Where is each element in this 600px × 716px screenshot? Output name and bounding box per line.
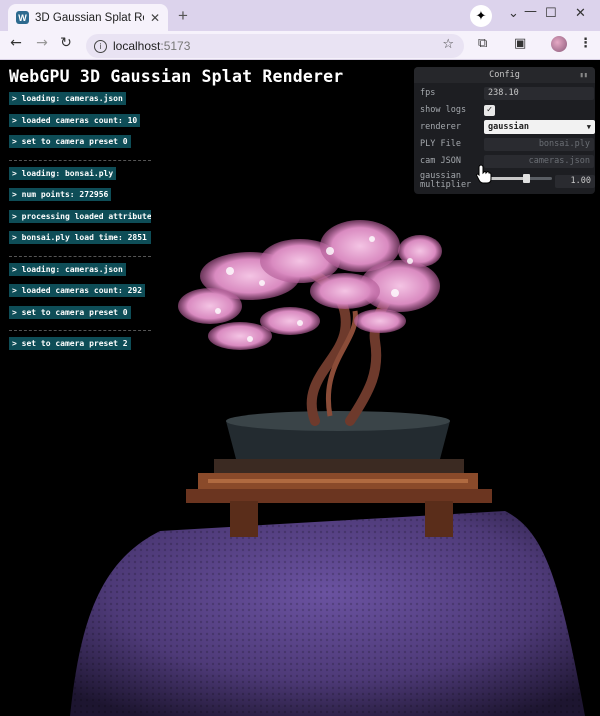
menu-kebab-icon[interactable]: ⋮ bbox=[579, 36, 592, 51]
media-controls-icon[interactable]: ▣ bbox=[514, 36, 526, 51]
renderer-select[interactable]: gaussian ▼ bbox=[484, 120, 595, 134]
log-line: > processing loaded attributes... bbox=[9, 209, 151, 223]
multiplier-value[interactable]: 1.00 bbox=[555, 174, 595, 188]
log-line: > loaded cameras count: 10 bbox=[9, 113, 141, 127]
multiplier-slider[interactable] bbox=[488, 174, 552, 183]
show-logs-label: show logs bbox=[420, 104, 467, 115]
renderer-selected-value: gaussian bbox=[488, 122, 529, 132]
renderer-page: WebGPU 3D Gaussian Splat Renderer > load… bbox=[0, 61, 600, 716]
log-group: > loading: bonsai.ply > num points: 2729… bbox=[9, 166, 151, 257]
url-port: :5173 bbox=[160, 39, 191, 53]
log-group: > loading: cameras.json > loaded cameras… bbox=[9, 92, 151, 161]
slider-fill bbox=[488, 177, 527, 180]
config-panel: Config ▮▮ fps 238.10 show logs ✓ rendere… bbox=[414, 67, 595, 194]
renderer-label: renderer bbox=[420, 121, 461, 132]
dropdown-arrow-icon: ▼ bbox=[586, 123, 591, 131]
tab-search-chevron-icon[interactable]: ⌄ bbox=[508, 6, 519, 21]
log-line: > loading: bonsai.ply bbox=[9, 166, 117, 180]
log-line: > set to camera preset 2 bbox=[9, 337, 131, 350]
minimize-icon[interactable]: — bbox=[524, 4, 537, 19]
log-panel: > loading: cameras.json > loaded cameras… bbox=[9, 92, 151, 368]
cam-json-input[interactable]: cameras.json bbox=[484, 154, 594, 168]
address-bar[interactable]: i localhost :5173 ☆ bbox=[86, 34, 464, 58]
cherry-blossom-foliage bbox=[178, 220, 442, 350]
back-arrow-icon[interactable]: ← bbox=[6, 35, 26, 51]
log-line: > loaded cameras count: 292 bbox=[9, 284, 146, 297]
ply-row: PLY File bonsai.ply bbox=[420, 137, 594, 151]
tab-strip: W 3D Gaussian Splat Renderer - W ✕ + ✦ ⌄… bbox=[0, 0, 600, 31]
site-info-icon[interactable]: i bbox=[94, 39, 107, 53]
tab-title: 3D Gaussian Splat Renderer - W bbox=[35, 11, 144, 24]
log-group: > loading: cameras.json > loaded cameras… bbox=[9, 262, 151, 331]
log-line: > set to camera preset 0 bbox=[9, 135, 131, 148]
profile-avatar[interactable] bbox=[551, 36, 567, 52]
bookmark-star-icon[interactable]: ☆ bbox=[442, 37, 454, 52]
renderer-row: renderer gaussian ▼ bbox=[420, 120, 595, 134]
log-line: > set to camera preset 0 bbox=[9, 305, 131, 319]
bonsai-pot bbox=[214, 411, 464, 473]
multiplier-label: gaussian multiplier bbox=[420, 171, 472, 190]
collapse-icon[interactable]: ▮▮ bbox=[580, 67, 588, 83]
config-title: Config bbox=[489, 70, 520, 80]
close-window-icon[interactable]: ✕ bbox=[575, 6, 586, 21]
log-group: > set to camera preset 2 bbox=[9, 337, 151, 362]
reload-icon[interactable]: ↻ bbox=[56, 35, 76, 51]
gemini-sparkle-icon[interactable]: ✦ bbox=[470, 5, 492, 27]
log-line: > bonsai.ply load time: 2851 ms bbox=[9, 231, 151, 244]
cam-json-label: cam JSON bbox=[420, 155, 461, 166]
slider-handle[interactable] bbox=[523, 174, 531, 183]
browser-tab[interactable]: W 3D Gaussian Splat Renderer - W ✕ bbox=[8, 4, 168, 31]
extensions-icon[interactable]: ⧉ bbox=[478, 36, 487, 51]
ply-file-input[interactable]: bonsai.ply bbox=[484, 137, 594, 151]
browser-toolbar: ← → ↻ i localhost :5173 ☆ ⧉ ▣ ⋮ bbox=[0, 31, 600, 60]
forward-arrow-icon[interactable]: → bbox=[32, 35, 52, 51]
show-logs-checkbox[interactable]: ✓ bbox=[484, 104, 495, 116]
new-tab-icon[interactable]: + bbox=[178, 6, 188, 26]
log-line: > num points: 272956 bbox=[9, 188, 112, 201]
log-line: > loading: cameras.json bbox=[9, 262, 126, 276]
cam-json-row: cam JSON cameras.json bbox=[420, 154, 594, 168]
fps-label: fps bbox=[420, 87, 436, 98]
close-tab-icon[interactable]: ✕ bbox=[150, 11, 160, 25]
page-title: WebGPU 3D Gaussian Splat Renderer bbox=[9, 67, 344, 86]
webgpu-favicon-icon: W bbox=[16, 11, 29, 24]
show-logs-row: show logs ✓ bbox=[420, 103, 590, 117]
fps-row: fps 238.10 bbox=[420, 86, 594, 100]
config-header[interactable]: Config ▮▮ bbox=[414, 67, 595, 83]
ply-label: PLY File bbox=[420, 138, 461, 149]
multiplier-row: gaussian multiplier 1.00 bbox=[420, 171, 595, 191]
url-host: localhost bbox=[113, 39, 161, 53]
maximize-icon[interactable]: ☐ bbox=[545, 6, 557, 21]
log-line: > loading: cameras.json bbox=[9, 92, 126, 105]
hand-pointer-cursor-icon bbox=[476, 164, 492, 184]
fps-value: 238.10 bbox=[484, 86, 594, 100]
